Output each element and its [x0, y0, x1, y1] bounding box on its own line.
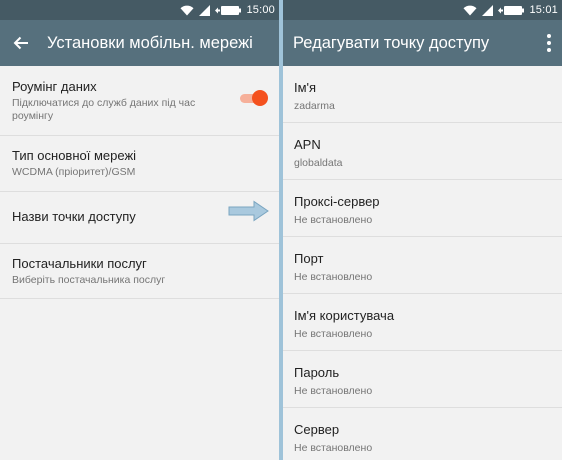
item-title: APN	[294, 137, 321, 152]
arrow-left-icon[interactable]	[12, 34, 30, 52]
wifi-icon	[463, 5, 477, 15]
status-time: 15:00	[246, 4, 275, 16]
toggle-thumb	[252, 90, 268, 106]
page-title: Установки мобільн. мережі	[47, 34, 253, 52]
item-subtitle: WCDMA (пріоритет)/GSM	[12, 166, 136, 178]
item-value: zadarma	[294, 100, 335, 112]
edit-access-point-screen: 15:01 Редагувати точку доступу Ім'я zada…	[283, 0, 562, 460]
network-type-item[interactable]: Тип основної мережі WCDMA (пріоритет)/GS…	[0, 136, 279, 192]
item-title: Ім'я користувача	[294, 308, 395, 323]
apn-fields-list: Ім'я zadarma APN globaldata Проксі-серве…	[283, 66, 562, 460]
page-title: Редагувати точку доступу	[293, 34, 490, 52]
mobile-network-settings-screen: 15:00 Установки мобільн. мережі Роумінг …	[0, 0, 279, 460]
item-value: Не встановлено	[294, 328, 373, 340]
arrow-right-icon	[228, 200, 269, 222]
item-title: Сервер	[294, 422, 340, 437]
item-title: Ім'я	[294, 80, 317, 95]
toolbar: Установки мобільн. мережі	[0, 20, 279, 66]
settings-list: Роумінг даних Підключатися до служб дани…	[0, 66, 279, 299]
item-subtitle: Підключатися до служб даних під час роум…	[12, 97, 195, 123]
status-bar: 15:00	[0, 0, 279, 20]
apn-name-item[interactable]: Ім'я zadarma	[283, 66, 562, 123]
toolbar: Редагувати точку доступу	[283, 20, 562, 66]
item-title: Проксі-сервер	[294, 194, 380, 209]
item-subtitle-line: роумінгу	[12, 110, 54, 122]
apn-item[interactable]: APN globaldata	[283, 123, 562, 180]
item-subtitle-line: Підключатися до служб даних під час	[12, 97, 196, 109]
battery-icon	[498, 5, 525, 15]
more-vert-icon[interactable]	[546, 33, 552, 53]
password-item[interactable]: Пароль Не встановлено	[283, 351, 562, 408]
battery-icon	[215, 5, 242, 15]
port-item[interactable]: Порт Не встановлено	[283, 237, 562, 294]
status-bar: 15:01	[283, 0, 562, 20]
item-value: Не встановлено	[294, 385, 373, 397]
item-title: Назви точки доступу	[12, 209, 136, 224]
item-title: Тип основної мережі	[12, 148, 137, 163]
status-time: 15:01	[529, 4, 558, 16]
server-item[interactable]: Сервер Не встановлено	[283, 408, 562, 460]
item-title: Роумінг даних	[12, 79, 97, 94]
item-value: globaldata	[294, 157, 343, 169]
item-title: Постачальники послуг	[12, 256, 147, 271]
cell-signal-icon	[482, 4, 494, 16]
item-value: Не встановлено	[294, 442, 373, 454]
data-roaming-item[interactable]: Роумінг даних Підключатися до служб дани…	[0, 66, 279, 136]
proxy-item[interactable]: Проксі-сервер Не встановлено	[283, 180, 562, 237]
item-title: Пароль	[294, 365, 340, 380]
item-value: Не встановлено	[294, 271, 373, 283]
service-providers-item[interactable]: Постачальники послуг Виберіть постачальн…	[0, 244, 279, 299]
item-title: Порт	[294, 251, 324, 266]
roaming-toggle[interactable]	[240, 90, 268, 106]
wifi-icon	[180, 5, 194, 15]
username-item[interactable]: Ім'я користувача Не встановлено	[283, 294, 562, 351]
item-subtitle: Виберіть постачальника послуг	[12, 274, 166, 286]
item-value: Не встановлено	[294, 214, 373, 226]
cell-signal-icon	[199, 4, 211, 16]
